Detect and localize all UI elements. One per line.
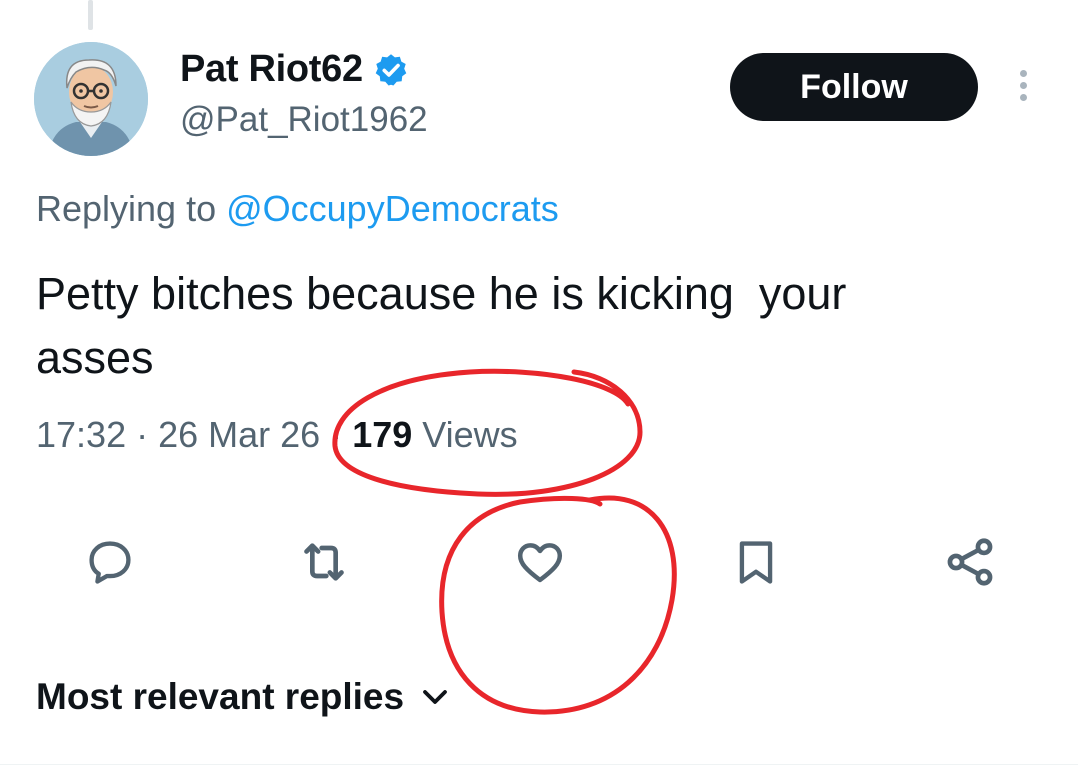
replying-to: Replying to @OccupyDemocrats: [36, 188, 559, 230]
scroll-indicator: [88, 0, 93, 30]
repost-icon: [304, 543, 344, 581]
reply-icon: [89, 541, 131, 584]
replying-to-prefix: Replying to: [36, 188, 227, 229]
replies-sort-label: Most relevant replies: [36, 676, 405, 717]
bookmark-button[interactable]: [728, 534, 784, 590]
views-count: 179: [352, 414, 413, 455]
bookmark-icon: [739, 541, 773, 584]
tweet-text: Petty bitches because he is kicking your…: [36, 268, 847, 383]
reply-mention-link[interactable]: @OccupyDemocrats: [226, 188, 559, 229]
reply-button[interactable]: [82, 534, 138, 590]
avatar[interactable]: [34, 42, 148, 156]
author-handle[interactable]: @Pat_Riot1962: [180, 100, 428, 140]
display-name-text: Pat Riot62: [180, 48, 363, 90]
replies-sort-dropdown[interactable]: Most relevant replies: [36, 676, 450, 718]
divider: [0, 764, 1078, 765]
more-vertical-icon[interactable]: [1012, 70, 1034, 104]
tweet-time[interactable]: 17:32: [36, 414, 126, 455]
tweet-meta: 17:32 · 26 Mar 26 · 179 Views: [36, 414, 518, 456]
views-label: Views: [412, 414, 518, 455]
chevron-down-icon: [423, 690, 447, 704]
repost-button[interactable]: [296, 534, 352, 590]
like-button[interactable]: [512, 534, 568, 590]
heart-icon: [517, 543, 563, 583]
avatar-illustration-icon: [34, 42, 148, 156]
meta-separator: ·: [320, 414, 353, 455]
like-annotation-circle: [439, 495, 677, 715]
author-display-name[interactable]: Pat Riot62: [180, 48, 409, 91]
verified-badge-icon: [373, 52, 409, 88]
share-button[interactable]: [942, 534, 998, 590]
tweet-date[interactable]: 26 Mar 26: [158, 414, 320, 455]
follow-button[interactable]: Follow: [730, 53, 978, 121]
meta-separator: ·: [126, 414, 159, 455]
share-icon: [947, 538, 993, 586]
